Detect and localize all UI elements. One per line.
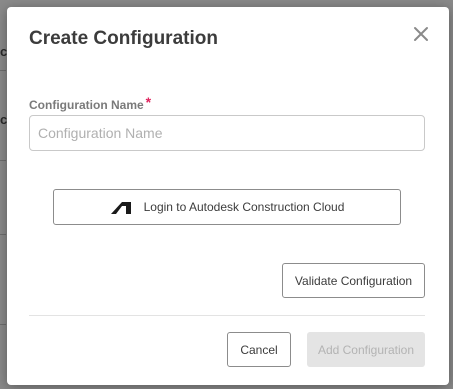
configuration-name-label: Configuration Name * [29, 94, 152, 112]
cancel-label: Cancel [240, 342, 278, 357]
login-autodesk-label: Login to Autodesk Construction Cloud [143, 200, 345, 214]
required-marker: * [145, 94, 152, 110]
create-configuration-dialog: Create Configuration Configuration Name *… [7, 7, 449, 385]
close-button[interactable] [412, 25, 430, 43]
add-configuration-button[interactable]: Add Configuration [307, 332, 425, 367]
close-icon [414, 27, 428, 41]
background-page-fragment [0, 324, 6, 325]
configuration-name-label-text: Configuration Name [29, 98, 144, 112]
cancel-button[interactable]: Cancel [227, 332, 291, 367]
login-autodesk-button[interactable]: Login to Autodesk Construction Cloud [53, 189, 401, 225]
background-page-fragment [0, 234, 6, 235]
autodesk-logo-icon [110, 201, 131, 214]
background-page-fragment [0, 70, 6, 71]
configuration-name-input[interactable] [29, 115, 425, 151]
dialog-title: Create Configuration [29, 28, 218, 49]
footer-divider [29, 315, 425, 316]
add-configuration-label: Add Configuration [317, 342, 415, 357]
background-page-fragment [0, 160, 6, 161]
validate-configuration-label: Validate Configuration [294, 273, 413, 288]
validate-configuration-button[interactable]: Validate Configuration [282, 263, 425, 298]
